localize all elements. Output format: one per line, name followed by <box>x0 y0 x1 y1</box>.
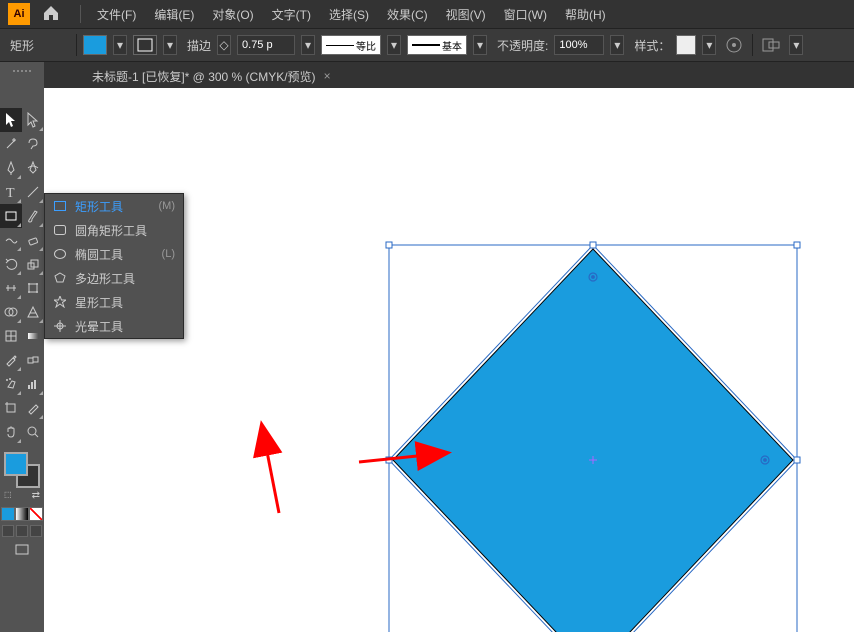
style-label: 样式： <box>634 37 670 54</box>
shaper-tool[interactable] <box>0 228 22 252</box>
fill-swatch[interactable] <box>83 35 107 55</box>
rotate-tool[interactable] <box>0 252 22 276</box>
tab-close-icon[interactable]: × <box>324 69 331 83</box>
fill-stroke-colors[interactable] <box>4 452 40 488</box>
eyedropper-tool[interactable] <box>0 348 22 372</box>
gradient-tool[interactable] <box>22 324 44 348</box>
hand-tool[interactable] <box>0 420 22 444</box>
menu-file[interactable]: 文件(F) <box>89 2 144 27</box>
menu-window[interactable]: 窗口(W) <box>496 2 555 27</box>
color-mode-none[interactable] <box>29 507 43 521</box>
default-colors-icon[interactable]: ⬚ <box>4 490 12 501</box>
shape-builder-tool[interactable] <box>0 300 22 324</box>
swap-colors-icon[interactable]: ⇄ <box>32 490 40 501</box>
tab-strip: 未标题-1 [已恢复]* @ 300 % (CMYK/预览) × <box>44 62 854 88</box>
menu-effect[interactable]: 效果(C) <box>379 2 436 27</box>
brush-def[interactable]: 基本 <box>407 35 467 55</box>
direct-selection-tool[interactable] <box>22 108 44 132</box>
line-tool[interactable] <box>22 180 44 204</box>
brush-dropdown[interactable]: ▾ <box>473 35 487 55</box>
align-icon[interactable] <box>759 33 783 57</box>
menu-edit[interactable]: 编辑(E) <box>146 2 202 27</box>
flyout-rectangle[interactable]: 矩形工具 (M) <box>45 194 183 218</box>
document-tab[interactable]: 未标题-1 [已恢复]* @ 300 % (CMYK/预览) × <box>82 64 341 88</box>
flyout-ellipse[interactable]: 椭圆工具 (L) <box>45 242 183 266</box>
menu-help[interactable]: 帮助(H) <box>557 2 614 27</box>
opacity-input[interactable]: 100% <box>554 35 604 55</box>
flyout-polygon[interactable]: 多边形工具 <box>45 266 183 290</box>
screen-mode[interactable] <box>14 543 30 557</box>
lasso-tool[interactable] <box>22 132 44 156</box>
color-mode-gradient[interactable] <box>15 507 29 521</box>
toolbar-grip[interactable] <box>7 70 37 76</box>
rounded-rectangle-icon <box>53 223 67 237</box>
symbol-sprayer-tool[interactable] <box>0 372 22 396</box>
doc-setup-icon[interactable] <box>722 33 746 57</box>
free-transform-tool[interactable] <box>22 276 44 300</box>
paintbrush-tool[interactable] <box>22 204 44 228</box>
selection-tool[interactable] <box>0 108 22 132</box>
scale-tool[interactable] <box>22 252 44 276</box>
home-icon[interactable] <box>42 4 62 24</box>
draw-normal[interactable] <box>2 525 14 537</box>
artboard-tool[interactable] <box>0 396 22 420</box>
align-dropdown[interactable]: ▾ <box>789 35 803 55</box>
control-bar: 矩形 ▾ ▾ 描边 ◇ 0.75 p ▾ 等比 ▾ 基本 ▾ 不透明度: 100… <box>0 28 854 62</box>
svg-text:T: T <box>6 186 15 199</box>
menu-object[interactable]: 对象(O) <box>204 2 261 27</box>
style-dropdown[interactable]: ▾ <box>702 35 716 55</box>
menu-bar: Ai 文件(F) 编辑(E) 对象(O) 文字(T) 选择(S) 效果(C) 视… <box>0 0 854 28</box>
menu-select[interactable]: 选择(S) <box>321 2 377 27</box>
app-logo: Ai <box>8 3 30 25</box>
work-area: 未标题-1 [已恢复]* @ 300 % (CMYK/预览) × <box>44 62 854 632</box>
magic-wand-tool[interactable] <box>0 132 22 156</box>
control-shape-label: 矩形 <box>10 37 70 54</box>
flare-icon <box>53 319 67 333</box>
stroke-weight-dropdown[interactable]: ▾ <box>301 35 315 55</box>
star-icon <box>53 295 67 309</box>
stroke-dropdown[interactable]: ▾ <box>163 35 177 55</box>
stroke-link[interactable]: ◇ <box>217 35 231 55</box>
fill-color[interactable] <box>4 452 28 476</box>
draw-inside[interactable] <box>30 525 42 537</box>
opacity-dropdown[interactable]: ▾ <box>610 35 624 55</box>
stroke-label: 描边 <box>187 37 211 54</box>
blend-tool[interactable] <box>22 348 44 372</box>
color-mode-solid[interactable] <box>1 507 15 521</box>
eraser-tool[interactable] <box>22 228 44 252</box>
rectangle-icon <box>53 199 67 213</box>
style-swatch[interactable] <box>676 35 696 55</box>
zoom-tool[interactable] <box>22 420 44 444</box>
flyout-flare[interactable]: 光晕工具 <box>45 314 183 338</box>
flyout-rounded-rectangle[interactable]: 圆角矩形工具 <box>45 218 183 242</box>
rectangle-tool[interactable] <box>0 204 22 228</box>
stroke-swatch[interactable] <box>133 35 157 55</box>
curvature-tool[interactable] <box>22 156 44 180</box>
toolbar: T <box>0 62 44 632</box>
shape-tool-flyout: 矩形工具 (M) 圆角矩形工具 椭圆工具 (L) 多边形工具 星形工具 光晕工具 <box>44 193 184 339</box>
graph-tool[interactable] <box>22 372 44 396</box>
opacity-label: 不透明度: <box>497 37 548 54</box>
polygon-icon <box>53 271 67 285</box>
stroke-profile[interactable]: 等比 <box>321 35 381 55</box>
ellipse-icon <box>53 247 67 261</box>
perspective-tool[interactable] <box>22 300 44 324</box>
profile-dropdown[interactable]: ▾ <box>387 35 401 55</box>
draw-behind[interactable] <box>16 525 28 537</box>
selected-rectangle-shape[interactable] <box>378 215 808 632</box>
stroke-weight-input[interactable]: 0.75 p <box>237 35 295 55</box>
slice-tool[interactable] <box>22 396 44 420</box>
document-tab-label: 未标题-1 [已恢复]* @ 300 % (CMYK/预览) <box>92 68 316 85</box>
flyout-star[interactable]: 星形工具 <box>45 290 183 314</box>
type-tool[interactable]: T <box>0 180 22 204</box>
canvas[interactable] <box>44 88 854 632</box>
mesh-tool[interactable] <box>0 324 22 348</box>
width-tool[interactable] <box>0 276 22 300</box>
fill-dropdown[interactable]: ▾ <box>113 35 127 55</box>
menu-type[interactable]: 文字(T) <box>264 2 319 27</box>
workspace: T <box>0 62 854 632</box>
pen-tool[interactable] <box>0 156 22 180</box>
menu-view[interactable]: 视图(V) <box>438 2 494 27</box>
